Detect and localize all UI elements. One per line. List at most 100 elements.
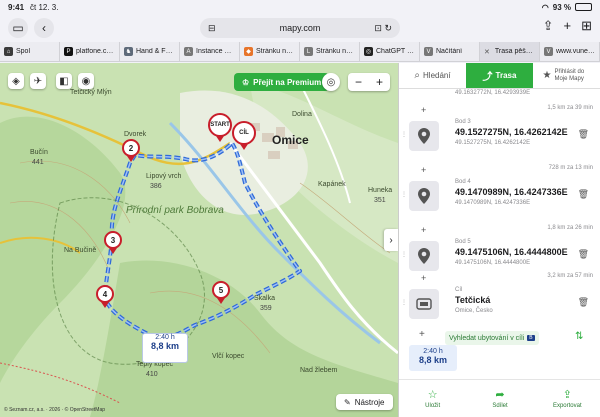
search-accommodation-button[interactable]: Vyhledat ubytování v cíli B	[445, 331, 539, 345]
map-label-dvorek: Dvorek	[124, 131, 147, 138]
segment-text: 728 m za 13 min	[548, 165, 593, 171]
browser-tab[interactable]: Vwww.vune.in...	[540, 42, 600, 61]
layers-icon[interactable]: ◈	[8, 73, 24, 89]
map-label-lipovy-vrch: Lipový vrch	[146, 173, 182, 180]
tab-favicon-icon: ◎	[364, 47, 373, 56]
route-marker-4[interactable]: 4	[96, 285, 114, 308]
map-view[interactable]: Omice Přírodní park Bobrava Tetčický Mlý…	[0, 63, 398, 417]
premium-button[interactable]: ♔ Přejít na Premium	[234, 73, 330, 91]
waypoint-row[interactable]: ⋮⋮ Bod 4 49.1470989N, 16.4247336E 49.147…	[401, 177, 593, 215]
add-waypoint-icon[interactable]: +	[421, 225, 426, 235]
map-route-summary[interactable]: 2:40 h 8,8 km	[142, 333, 188, 363]
waypoint-row[interactable]: ⋮⋮ Bod 5 49.1475106N, 16.4444800E 49.147…	[401, 237, 593, 275]
address-bar[interactable]: ⊟ mapy.com ⊡ ↻	[200, 18, 400, 38]
tab-login[interactable]: ★ Přihlásit do Moje Mapy	[533, 63, 600, 88]
share-icon[interactable]: ⇪	[543, 18, 554, 34]
tab-label: Stránku nelz...	[316, 48, 355, 55]
cube-3d-icon[interactable]: ◧	[56, 73, 72, 89]
premium-label: Přejít na Premium	[253, 77, 322, 87]
route-marker-3[interactable]: 3	[104, 231, 122, 254]
waypoint-address: Omice, Česko	[455, 308, 493, 314]
airplane-icon[interactable]: ✈	[30, 73, 46, 89]
tab-search[interactable]: ⌕ Hledání	[399, 63, 466, 88]
drag-handle-icon[interactable]: ⋮⋮	[401, 251, 413, 261]
tab-favicon-icon: L	[304, 47, 313, 56]
tab-route[interactable]: ⤴ Trasa	[466, 63, 533, 88]
eye-icon[interactable]: ◉	[78, 73, 94, 89]
tools-icon: ✎	[344, 397, 351, 407]
browser-tab[interactable]: Pplatfone.com	[60, 42, 120, 61]
panel-tabs: ⌕ Hledání ⤴ Trasa ★ Přihlásit do Moje Ma…	[399, 63, 600, 89]
waypoint-label: Bod 4	[455, 179, 471, 185]
marker-label: 2	[122, 139, 140, 157]
location-pin-icon	[409, 241, 439, 271]
add-waypoint-icon[interactable]: +	[419, 329, 425, 340]
map-base	[0, 63, 398, 417]
route-time: 2:40 h	[423, 348, 443, 355]
add-waypoint-icon[interactable]: +	[421, 165, 426, 175]
tab-favicon-icon: ⌂	[4, 47, 13, 56]
reader-icon[interactable]: ⊡ ↻	[374, 23, 392, 34]
back-button[interactable]: ‹	[34, 18, 54, 38]
reverse-route-icon[interactable]: ⇅	[575, 331, 583, 342]
route-marker-5[interactable]: 5	[212, 281, 230, 304]
tab-label: www.vune.in...	[556, 48, 595, 55]
waypoint-row[interactable]: ⋮⋮ Bod 3 49.1527275N, 16.4262142E 49.152…	[401, 117, 593, 155]
route-summary: 2:40 h 8,8 km	[409, 345, 457, 371]
save-route-button[interactable]: ☆ Uložit	[399, 380, 466, 417]
tabs-overview-icon[interactable]: ⊟	[208, 23, 216, 34]
marker-label: 3	[104, 231, 122, 249]
route-actions: ☆ Uložit ➦ Sdílet ⇪ Exportovat	[399, 379, 600, 417]
drag-handle-icon[interactable]: ⋮⋮	[401, 131, 413, 141]
waypoint-name: Tetčická	[455, 295, 491, 305]
route-marker-2[interactable]: 2	[122, 139, 140, 162]
browser-tab[interactable]: ✕ Trasa pěšky:...	[480, 42, 540, 61]
waypoint-row-finish[interactable]: ⋮⋮ Cíl Tetčická Omice, Česko 🗑	[401, 285, 593, 323]
delete-waypoint-icon[interactable]: 🗑	[578, 189, 589, 200]
new-tab-icon[interactable]: +	[564, 18, 572, 34]
tab-favicon-icon: V	[544, 47, 553, 56]
sidebar-toggle-icon[interactable]: ▭	[8, 18, 28, 38]
waypoint-subcoord: 49.1475106N, 16.4444800E	[455, 260, 531, 266]
waypoint-label: Bod 5	[455, 239, 471, 245]
browser-tab[interactable]: ♞Hand & Foot...	[120, 42, 180, 61]
delete-waypoint-icon[interactable]: 🗑	[578, 249, 589, 260]
browser-tab[interactable]: LStránku nelz...	[300, 42, 360, 61]
tab-grid-icon[interactable]: ⊞	[581, 18, 592, 34]
map-copyright: © Seznam.cz, a.s. · 2026 · © OpenStreetM…	[4, 407, 106, 413]
zoom-out-button[interactable]: −	[348, 73, 369, 91]
map-label-kapanek: Kapánek	[318, 181, 346, 188]
browser-tab[interactable]: V Načítání	[420, 42, 480, 61]
route-distance: 8,8 km	[418, 355, 448, 365]
tab-search-label: Hledání	[423, 71, 451, 80]
marker-label: START	[208, 113, 232, 137]
tab-favicon-icon: ◆	[244, 47, 253, 56]
map-label-dolina: Dolina	[292, 111, 312, 118]
add-waypoint-icon[interactable]: +	[421, 273, 426, 283]
add-waypoint-icon[interactable]: +	[421, 105, 426, 115]
zoom-control: − +	[348, 73, 390, 91]
delete-waypoint-icon[interactable]: 🗑	[578, 297, 589, 308]
map-label-hunek-num: 351	[374, 197, 386, 204]
map-label-park: Přírodní park Bobrava	[126, 205, 224, 216]
close-tab-icon[interactable]: ✕	[484, 48, 490, 56]
browser-tab[interactable]: ◎ChatGPT čes...	[360, 42, 420, 61]
map-label-omice: Omice	[272, 133, 309, 147]
locate-icon[interactable]: ◎	[322, 73, 340, 91]
tab-label: Trasa pěšky:...	[494, 48, 535, 55]
delete-waypoint-icon[interactable]: 🗑	[578, 129, 589, 140]
zoom-in-button[interactable]: +	[369, 73, 390, 91]
export-route-button[interactable]: ⇪ Exportovat	[534, 380, 600, 417]
browser-tab[interactable]: ◆Stránku nelz...	[240, 42, 300, 61]
tools-label: Nástroje	[354, 397, 385, 407]
route-marker-start[interactable]: START	[208, 113, 232, 142]
drag-handle-icon[interactable]: ⋮⋮	[401, 299, 413, 309]
collapse-panel-icon[interactable]: ›	[384, 229, 398, 251]
drag-handle-icon[interactable]: ⋮⋮	[401, 191, 413, 201]
route-marker-finish[interactable]: CÍL	[232, 121, 256, 150]
browser-tab[interactable]: ⌂ Spol	[0, 42, 60, 61]
share-route-button[interactable]: ➦ Sdílet	[466, 380, 533, 417]
browser-tab[interactable]: AInstance det...	[180, 42, 240, 61]
browser-toolbar: ▭ ‹ ⊟ mapy.com ⊡ ↻ ⇪ + ⊞	[0, 14, 600, 42]
tools-button[interactable]: ✎ Nástroje	[336, 394, 393, 410]
